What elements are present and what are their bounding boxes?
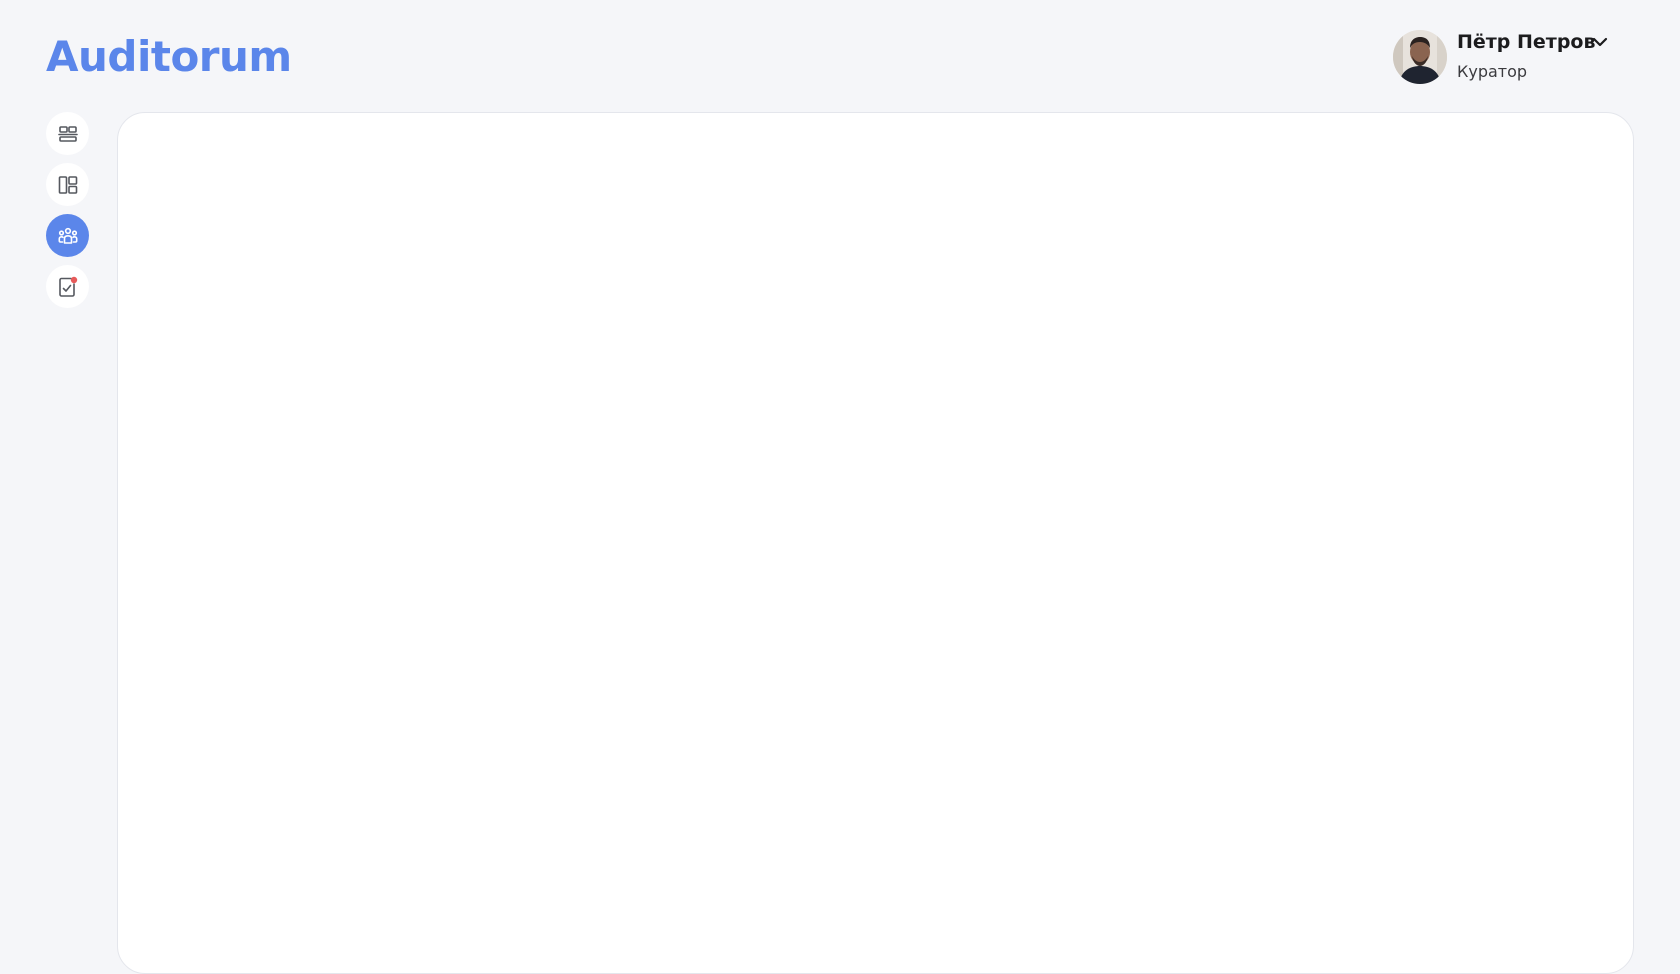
sidebar-nav bbox=[46, 112, 89, 316]
sidebar-item-tasks[interactable] bbox=[46, 265, 89, 308]
chevron-down-icon[interactable] bbox=[1591, 35, 1609, 49]
user-menu[interactable]: Пётр Петров Куратор bbox=[1393, 29, 1623, 85]
sidebar-item-users[interactable] bbox=[46, 214, 89, 257]
dashboard-layout-icon bbox=[58, 175, 77, 194]
app-logo[interactable]: Auditorum bbox=[46, 31, 292, 83]
layers-icon bbox=[57, 125, 78, 142]
sidebar-item-dashboard[interactable] bbox=[46, 163, 89, 206]
avatar[interactable] bbox=[1393, 30, 1447, 84]
user-avatar-photo-icon bbox=[1393, 30, 1447, 84]
main-content-panel bbox=[117, 112, 1634, 974]
user-role: Куратор bbox=[1457, 62, 1528, 81]
tasks-checklist-icon bbox=[58, 276, 77, 297]
users-group-icon bbox=[58, 227, 77, 244]
sidebar-item-layers[interactable] bbox=[46, 112, 89, 155]
user-name[interactable]: Пётр Петров bbox=[1457, 29, 1596, 55]
notification-dot-icon bbox=[70, 276, 77, 283]
